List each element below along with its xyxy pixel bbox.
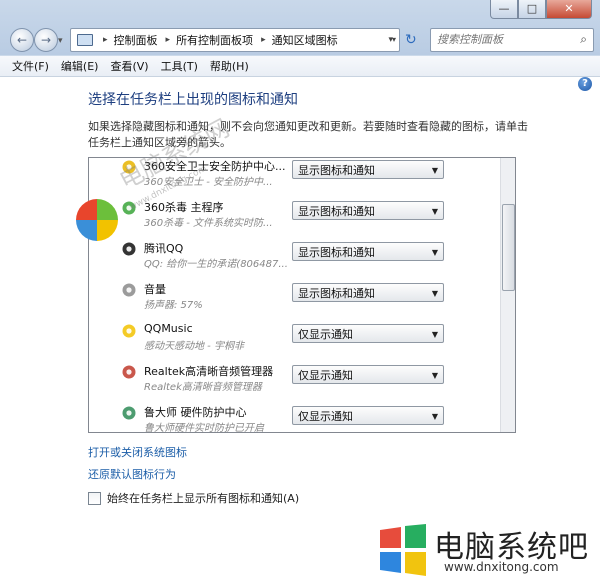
address-bar[interactable]: ▸ 控制面板 ▸ 所有控制面板项 ▸ 通知区域图标 ▾ [70,28,400,52]
page-title: 选择在任务栏上出现的图标和通知 [88,92,298,108]
ludashi-icon [121,405,137,421]
navigation-bar: ← → ▾ ▸ 控制面板 ▸ 所有控制面板项 ▸ 通知区域图标 ▾ ▾ ↻ ⌕ [0,26,600,56]
close-button[interactable]: ✕ [546,0,592,19]
icon-row-name: QQMusic [144,322,193,335]
menu-edit[interactable]: 编辑(E) [61,58,99,74]
back-arrow-icon: ← [16,33,28,47]
icon-row-name: Realtek高清晰音频管理器 [144,365,274,378]
search-box[interactable]: ⌕ [430,28,594,52]
refresh-icon[interactable]: ↻ [405,32,417,48]
behavior-dropdown[interactable]: 仅显示通知 ▼ [292,324,444,343]
icon-row-name: 鲁大师 硬件防护中心 [144,406,247,419]
back-button[interactable]: ← [10,28,34,52]
icon-row: 音量扬声器: 57% 显示图标和通知 ▼ [89,279,501,320]
breadcrumb-separator-icon[interactable]: ▸ [166,35,171,45]
speaker-icon [121,282,137,298]
control-panel-window: — □ ✕ ← → ▾ ▸ 控制面板 ▸ 所有控制面板项 ▸ 通知区域图标 ▾ … [0,0,600,579]
menu-bar: 文件(F) 编辑(E) 查看(V) 工具(T) 帮助(H) [0,56,600,77]
system-icons-link[interactable]: 打开或关闭系统图标 [88,444,187,460]
breadcrumb-separator-icon[interactable]: ▸ [261,35,266,45]
qq-penguin-icon [121,241,137,257]
icon-row-subtitle: 感动天感动地 - 宇桐非 [144,341,244,352]
dropdown-arrow-icon: ▼ [431,248,438,257]
icon-row-subtitle: 360杀毒 - 文件系统实时防... [144,218,273,229]
behavior-dropdown[interactable]: 显示图标和通知 ▼ [292,283,444,302]
caption-buttons: — □ ✕ [490,0,592,19]
address-history-icon[interactable]: ▾ [392,35,396,44]
behavior-dropdown[interactable]: 仅显示通知 ▼ [292,365,444,384]
content-pane: ? 选择在任务栏上出现的图标和通知 如果选择隐藏图标和通知，则不会向您通知更改和… [0,77,600,579]
breadcrumb-control-panel[interactable]: 控制面板 [114,32,158,48]
icon-row: 腾讯QQ QQ: 给你一生的承诺(806487... 显示图标和通知 ▼ [89,238,501,279]
icon-row-subtitle: Realtek高清晰音频管理器 [144,382,262,393]
icon-row-name: 腾讯QQ [144,242,184,255]
behavior-dropdown-value: 显示图标和通知 [298,164,375,177]
realtek-speaker-icon [121,364,137,380]
dropdown-arrow-icon: ▼ [431,330,438,339]
menu-help[interactable]: 帮助(H) [210,58,249,74]
behavior-dropdown-value: 仅显示通知 [298,410,353,423]
icon-row-subtitle: 扬声器: 57% [144,300,203,311]
behavior-dropdown[interactable]: 显示图标和通知 ▼ [292,242,444,261]
show-all-checkbox[interactable] [88,491,101,505]
brand-windows-icon [380,524,426,576]
brand-logo: 电脑系统吧 www.dnxitong.com [372,520,600,579]
recent-pages-icon[interactable]: ▾ [58,36,63,46]
dropdown-arrow-icon: ▼ [431,412,438,421]
list-scrollbar[interactable] [500,158,515,432]
behavior-dropdown[interactable]: 仅显示通知 ▼ [292,406,444,425]
menu-tools[interactable]: 工具(T) [161,58,198,74]
icon-row: QQMusic 感动天感动地 - 宇桐非 仅显示通知 ▼ [89,320,501,361]
brand-url: www.dnxitong.com [444,560,559,574]
icon-row-subtitle: QQ: 给你一生的承诺(806487... [144,259,288,270]
menu-view[interactable]: 查看(V) [110,58,148,74]
forward-button[interactable]: → [34,28,58,52]
behavior-dropdown[interactable]: 显示图标和通知 ▼ [292,201,444,220]
scrollbar-thumb[interactable] [502,204,515,291]
behavior-dropdown[interactable]: 显示图标和通知 ▼ [292,160,444,179]
show-all-checkbox-row[interactable]: 始终在任务栏上显示所有图标和通知(A) [88,490,299,506]
dropdown-arrow-icon: ▼ [431,371,438,380]
icon-row: 鲁大师 硬件防护中心鲁大师硬件实时防护已开启 仅显示通知 ▼ [89,402,501,433]
icon-row-name: 音量 [144,283,166,296]
restore-defaults-link[interactable]: 还原默认图标行为 [88,466,176,482]
menu-file[interactable]: 文件(F) [12,58,49,74]
dropdown-arrow-icon: ▼ [431,166,438,175]
search-input[interactable] [431,29,567,49]
watermark-logo-icon [76,199,118,241]
breadcrumb-separator-icon[interactable]: ▸ [103,35,108,45]
minimize-button[interactable]: — [490,0,518,19]
breadcrumb-all-items[interactable]: 所有控制面板项 [176,32,253,48]
behavior-dropdown-value: 仅显示通知 [298,369,353,382]
icon-row: Realtek高清晰音频管理器 Realtek高清晰音频管理器 仅显示通知 ▼ [89,361,501,402]
dropdown-arrow-icon: ▼ [431,289,438,298]
behavior-dropdown-value: 显示图标和通知 [298,205,375,218]
show-all-checkbox-label: 始终在任务栏上显示所有图标和通知(A) [107,492,300,505]
forward-arrow-icon: → [40,33,52,47]
behavior-dropdown-value: 显示图标和通知 [298,287,375,300]
behavior-dropdown-value: 仅显示通知 [298,328,353,341]
dropdown-arrow-icon: ▼ [431,207,438,216]
help-icon[interactable]: ? [578,77,592,91]
behavior-dropdown-value: 显示图标和通知 [298,246,375,259]
breadcrumb-notification-icons[interactable]: 通知区域图标 [272,32,338,48]
icon-row-subtitle: 鲁大师硬件实时防护已开启 [144,423,264,433]
computer-icon [77,34,93,46]
icon-row-name: 360杀毒 主程序 [144,201,224,214]
qqmusic-icon [121,323,137,339]
search-icon[interactable]: ⌕ [580,32,587,47]
maximize-button[interactable]: □ [518,0,546,19]
